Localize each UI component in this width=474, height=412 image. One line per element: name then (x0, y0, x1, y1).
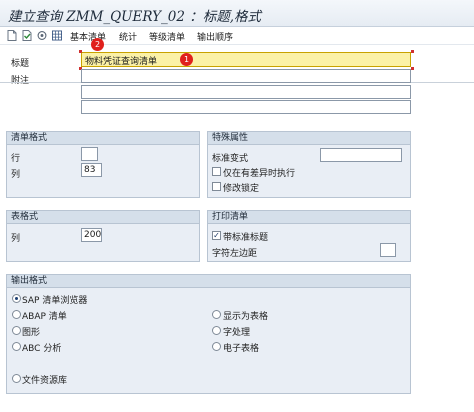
graphics-label: 图形 (22, 328, 41, 338)
selection-corner-icon (411, 50, 414, 53)
columns-input[interactable]: 83 (81, 163, 102, 177)
left-margin-label: 字符左边距 (212, 249, 258, 259)
change-lock-checkbox[interactable] (212, 182, 221, 191)
group-heading: 清单格式 (7, 132, 199, 145)
display-as-table-label: 显示为表格 (223, 312, 269, 322)
file-store-radio[interactable] (12, 374, 21, 383)
word-processing-label: 字处理 (223, 328, 251, 338)
with-standard-title-label: 带标准标题 (223, 233, 269, 243)
standard-variant-label: 标准变式 (212, 154, 249, 164)
file-store-label: 文件资源库 (22, 376, 68, 386)
grid-icon[interactable] (52, 30, 62, 41)
word-processing-radio[interactable] (212, 326, 221, 335)
change-lock-label: 修改锁定 (223, 184, 260, 194)
notes-input-3[interactable] (81, 100, 411, 114)
only-on-differences-checkbox[interactable] (212, 167, 221, 176)
rows-label: 行 (11, 154, 21, 164)
abap-list-radio[interactable] (12, 310, 21, 319)
tab-output-sequence[interactable]: 输出顺序 (197, 30, 233, 43)
group-heading: 打印清单 (208, 211, 410, 224)
table-columns-label: 列 (11, 234, 21, 244)
table-format-group: 表格式 (6, 210, 200, 262)
document-check-icon[interactable] (22, 30, 32, 41)
columns-label: 列 (11, 170, 21, 180)
group-heading: 表格式 (7, 211, 199, 224)
annotation-marker-1: 1 (180, 53, 193, 66)
standard-variant-input[interactable] (320, 148, 402, 162)
display-as-table-radio[interactable] (212, 310, 221, 319)
selection-corner-icon (79, 50, 82, 53)
spreadsheet-radio[interactable] (212, 342, 221, 351)
group-heading: 输出格式 (7, 275, 410, 288)
graphics-radio[interactable] (12, 326, 21, 335)
tab-statistics[interactable]: 统计 (119, 30, 137, 43)
abap-list-label: ABAP 清单 (22, 312, 67, 322)
selection-corner-icon (411, 67, 414, 70)
abc-analysis-radio[interactable] (12, 342, 21, 351)
with-standard-title-checkbox[interactable]: ✓ (212, 231, 221, 240)
tab-ranked-list[interactable]: 等级清单 (149, 30, 185, 43)
sap-list-viewer-label: SAP 清单浏览器 (22, 296, 88, 306)
table-columns-input[interactable]: 200 (81, 228, 102, 242)
rows-input[interactable] (81, 147, 98, 161)
notes-label: 附注 (11, 76, 30, 86)
sap-list-viewer-radio[interactable] (12, 294, 21, 303)
title-input[interactable]: 物料凭证查询清单 (81, 52, 411, 67)
notes-input-2[interactable] (81, 85, 411, 99)
abc-analysis-label: ABC 分析 (22, 344, 62, 354)
title-input-value: 物料凭证查询清单 (85, 57, 158, 67)
title-label: 标题 (11, 59, 30, 69)
window-title: 建立查询 ZMM_QUERY_02 ：标题,格式 (8, 9, 262, 25)
notes-input-1[interactable] (81, 69, 411, 83)
list-format-group: 清单格式 (6, 131, 200, 198)
settings-icon[interactable] (37, 30, 47, 41)
group-heading: 特殊属性 (208, 132, 410, 145)
left-margin-input[interactable] (380, 243, 396, 257)
spreadsheet-label: 电子表格 (223, 344, 260, 354)
annotation-marker-2: 2 (91, 38, 104, 51)
new-document-icon[interactable] (7, 30, 17, 41)
only-on-differences-label: 仅在有差异时执行 (223, 169, 296, 179)
